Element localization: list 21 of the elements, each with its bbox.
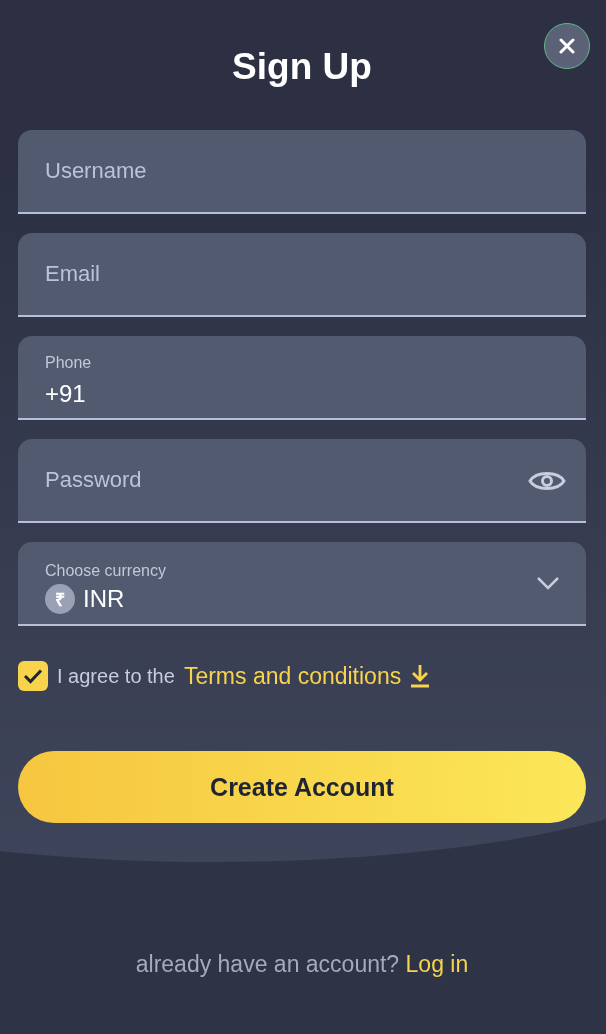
agree-text: I agree to the: [57, 664, 175, 688]
phone-field[interactable]: Phone +91: [18, 336, 586, 420]
selected-currency: INR: [83, 585, 125, 613]
terms-link[interactable]: Terms and conditions: [183, 662, 402, 690]
password-field[interactable]: Password: [18, 439, 586, 523]
check-icon: [23, 668, 43, 684]
field-label: Phone: [45, 354, 93, 372]
rupee-icon: ₹: [45, 584, 75, 614]
download-icon[interactable]: [410, 664, 431, 688]
input-field[interactable]: Username: [18, 130, 586, 214]
agree-checkbox[interactable]: [18, 661, 48, 691]
chevron-down-icon: [536, 576, 560, 590]
field-label: Choose currency: [45, 562, 167, 580]
login-prompt: already have an account?: [135, 951, 400, 977]
form-title: Sign Up: [232, 48, 372, 85]
login-link[interactable]: Log in: [405, 951, 469, 977]
close-icon: [559, 38, 575, 54]
create-account-button[interactable]: Create Account: [18, 751, 586, 823]
currency-select[interactable]: Choose currency ₹ INR: [18, 542, 586, 626]
input-field[interactable]: Email: [18, 233, 586, 317]
field-value: +91: [45, 380, 86, 408]
